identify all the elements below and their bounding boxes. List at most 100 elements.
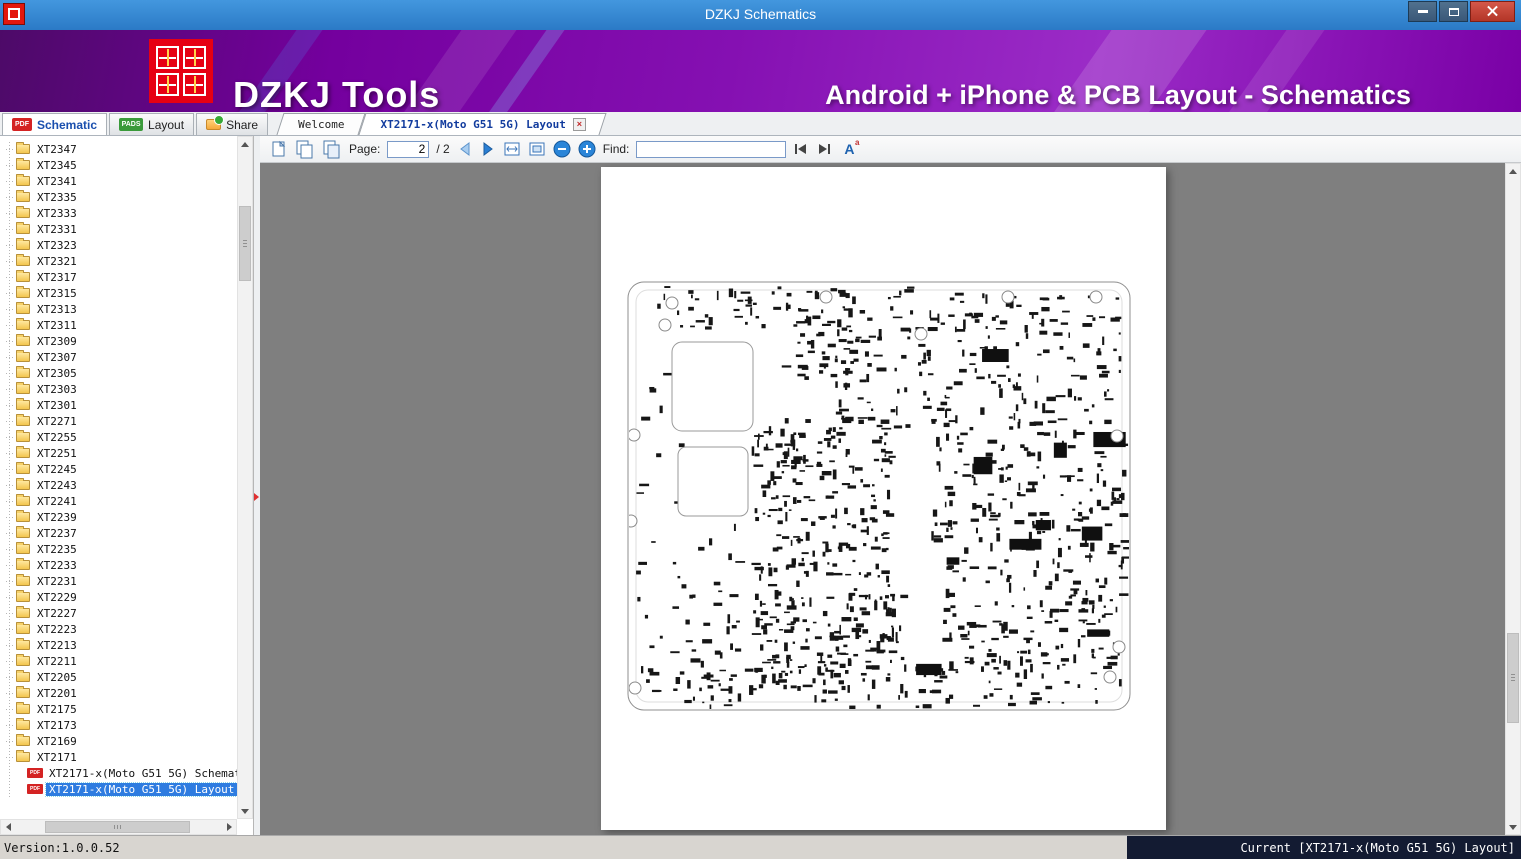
tree-folder[interactable]: XT2241 (0, 493, 237, 509)
tree-folder[interactable]: XT2313 (0, 301, 237, 317)
tree-folder-label: XT2271 (34, 415, 80, 428)
viewport-vertical-scrollbar[interactable] (1505, 163, 1521, 835)
close-tab-icon[interactable]: × (573, 118, 586, 131)
doc-tab-layout[interactable]: XT2171-x(Moto G51 5G) Layout × (362, 113, 603, 135)
scroll-down-icon[interactable] (1506, 820, 1520, 834)
tree-folder[interactable]: XT2307 (0, 349, 237, 365)
tree-folder[interactable]: XT2227 (0, 605, 237, 621)
sidebar-vertical-scrollbar[interactable] (237, 136, 253, 819)
tree-folder[interactable]: XT2245 (0, 461, 237, 477)
tree-folder[interactable]: XT2251 (0, 445, 237, 461)
tree-connector (6, 549, 14, 550)
tree-folder[interactable]: XT2237 (0, 525, 237, 541)
tree-folder[interactable]: XT2347 (0, 141, 237, 157)
tree-folder-label: XT2231 (34, 575, 80, 588)
tree-folder[interactable]: XT2205 (0, 669, 237, 685)
tree-folder[interactable]: XT2301 (0, 397, 237, 413)
folder-icon (16, 656, 30, 666)
tree-folder[interactable]: XT2271 (0, 413, 237, 429)
tree-folder[interactable]: XT2317 (0, 269, 237, 285)
tree-folder[interactable]: XT2305 (0, 365, 237, 381)
tree-folder[interactable]: XT2231 (0, 573, 237, 589)
tab-schematic[interactable]: PDF Schematic (2, 113, 107, 135)
scroll-up-icon[interactable] (1506, 164, 1520, 178)
zoom-out-icon[interactable] (553, 140, 571, 158)
tab-layout[interactable]: PADS Layout (109, 113, 194, 135)
page-thumbnail-icon[interactable] (270, 140, 288, 159)
tree-folder[interactable]: XT2211 (0, 653, 237, 669)
find-input[interactable] (636, 141, 786, 158)
tree-folder[interactable]: XT2233 (0, 557, 237, 573)
find-next-icon[interactable] (816, 142, 832, 156)
scroll-down-icon[interactable] (238, 804, 252, 818)
previous-page-icon[interactable] (457, 141, 473, 157)
tree-folder[interactable]: XT2175 (0, 701, 237, 717)
folder-icon (16, 464, 30, 474)
tree-connector (6, 197, 14, 198)
tree-folder[interactable]: XT2213 (0, 637, 237, 653)
zoom-in-icon[interactable] (578, 140, 596, 158)
tree-folder[interactable]: XT2331 (0, 221, 237, 237)
tree-folder-label: XT2241 (34, 495, 80, 508)
scrollbar-thumb[interactable] (45, 821, 190, 833)
copy-pages-icon[interactable] (295, 140, 315, 159)
close-button[interactable] (1470, 1, 1515, 22)
scrollbar-thumb[interactable] (1507, 633, 1519, 723)
tree-folder[interactable]: XT2229 (0, 589, 237, 605)
tree-folder[interactable]: XT2201 (0, 685, 237, 701)
document-viewport[interactable] (260, 163, 1505, 835)
tree-folder[interactable]: XT2243 (0, 477, 237, 493)
tree-folder[interactable]: XT2323 (0, 237, 237, 253)
doc-tab-welcome[interactable]: Welcome (280, 113, 362, 135)
tree-folder[interactable]: XT2315 (0, 285, 237, 301)
tree-folder[interactable]: XT2345 (0, 157, 237, 173)
pcb-layout-image (601, 167, 1166, 835)
fit-page-icon[interactable] (528, 141, 546, 157)
tree-document[interactable]: PDFXT2171-x(Moto G51 5G) Schematic (0, 765, 237, 781)
tree-folder[interactable]: XT2303 (0, 381, 237, 397)
sidebar-splitter[interactable] (253, 136, 260, 835)
next-page-icon[interactable] (480, 141, 496, 157)
tree-folder[interactable]: XT2335 (0, 189, 237, 205)
tab-share[interactable]: Share (196, 113, 268, 135)
tree-folder[interactable]: XT2235 (0, 541, 237, 557)
folder-icon (16, 176, 30, 186)
splitter-collapse-icon[interactable] (254, 493, 259, 501)
tree-folder[interactable]: XT2341 (0, 173, 237, 189)
scroll-right-icon[interactable] (222, 820, 236, 834)
tree-folder[interactable]: XT2333 (0, 205, 237, 221)
current-document-status: Current [XT2171-x(Moto G51 5G) Layout] (1127, 836, 1521, 859)
tree-folder[interactable]: XT2173 (0, 717, 237, 733)
tree-folder[interactable]: XT2255 (0, 429, 237, 445)
tree-folder[interactable]: XT2239 (0, 509, 237, 525)
tree-folder-label: XT2341 (34, 175, 80, 188)
fit-width-icon[interactable] (503, 141, 521, 157)
folder-icon (16, 240, 30, 250)
tree-folder[interactable]: XT2311 (0, 317, 237, 333)
find-previous-icon[interactable] (793, 142, 809, 156)
tree-folder[interactable]: XT2169 (0, 733, 237, 749)
folder-icon (16, 672, 30, 682)
scrollbar-thumb[interactable] (239, 206, 251, 281)
tree-folder[interactable]: XT2171 (0, 749, 237, 765)
tree-document[interactable]: PDFXT2171-x(Moto G51 5G) Layout (0, 781, 237, 797)
tree-connector (6, 485, 14, 486)
maximize-button[interactable] (1439, 1, 1468, 22)
tree-folder[interactable]: XT2309 (0, 333, 237, 349)
pcb-layout-page (601, 167, 1166, 830)
text-size-icon[interactable]: Aa (839, 141, 859, 157)
tree-folder[interactable]: XT2321 (0, 253, 237, 269)
tree-folder[interactable]: XT2223 (0, 621, 237, 637)
tree-connector (6, 725, 14, 726)
tree-folder-label: XT2307 (34, 351, 80, 364)
snapshot-icon[interactable] (322, 140, 342, 159)
folder-icon (16, 624, 30, 634)
tree-folder-label: XT2313 (34, 303, 80, 316)
sidebar-horizontal-scrollbar[interactable] (0, 819, 237, 835)
scroll-left-icon[interactable] (1, 820, 15, 834)
folder-icon (16, 528, 30, 538)
scroll-up-icon[interactable] (238, 137, 252, 151)
minimize-button[interactable] (1408, 1, 1437, 22)
page-number-input[interactable] (387, 141, 429, 158)
folder-icon (16, 512, 30, 522)
